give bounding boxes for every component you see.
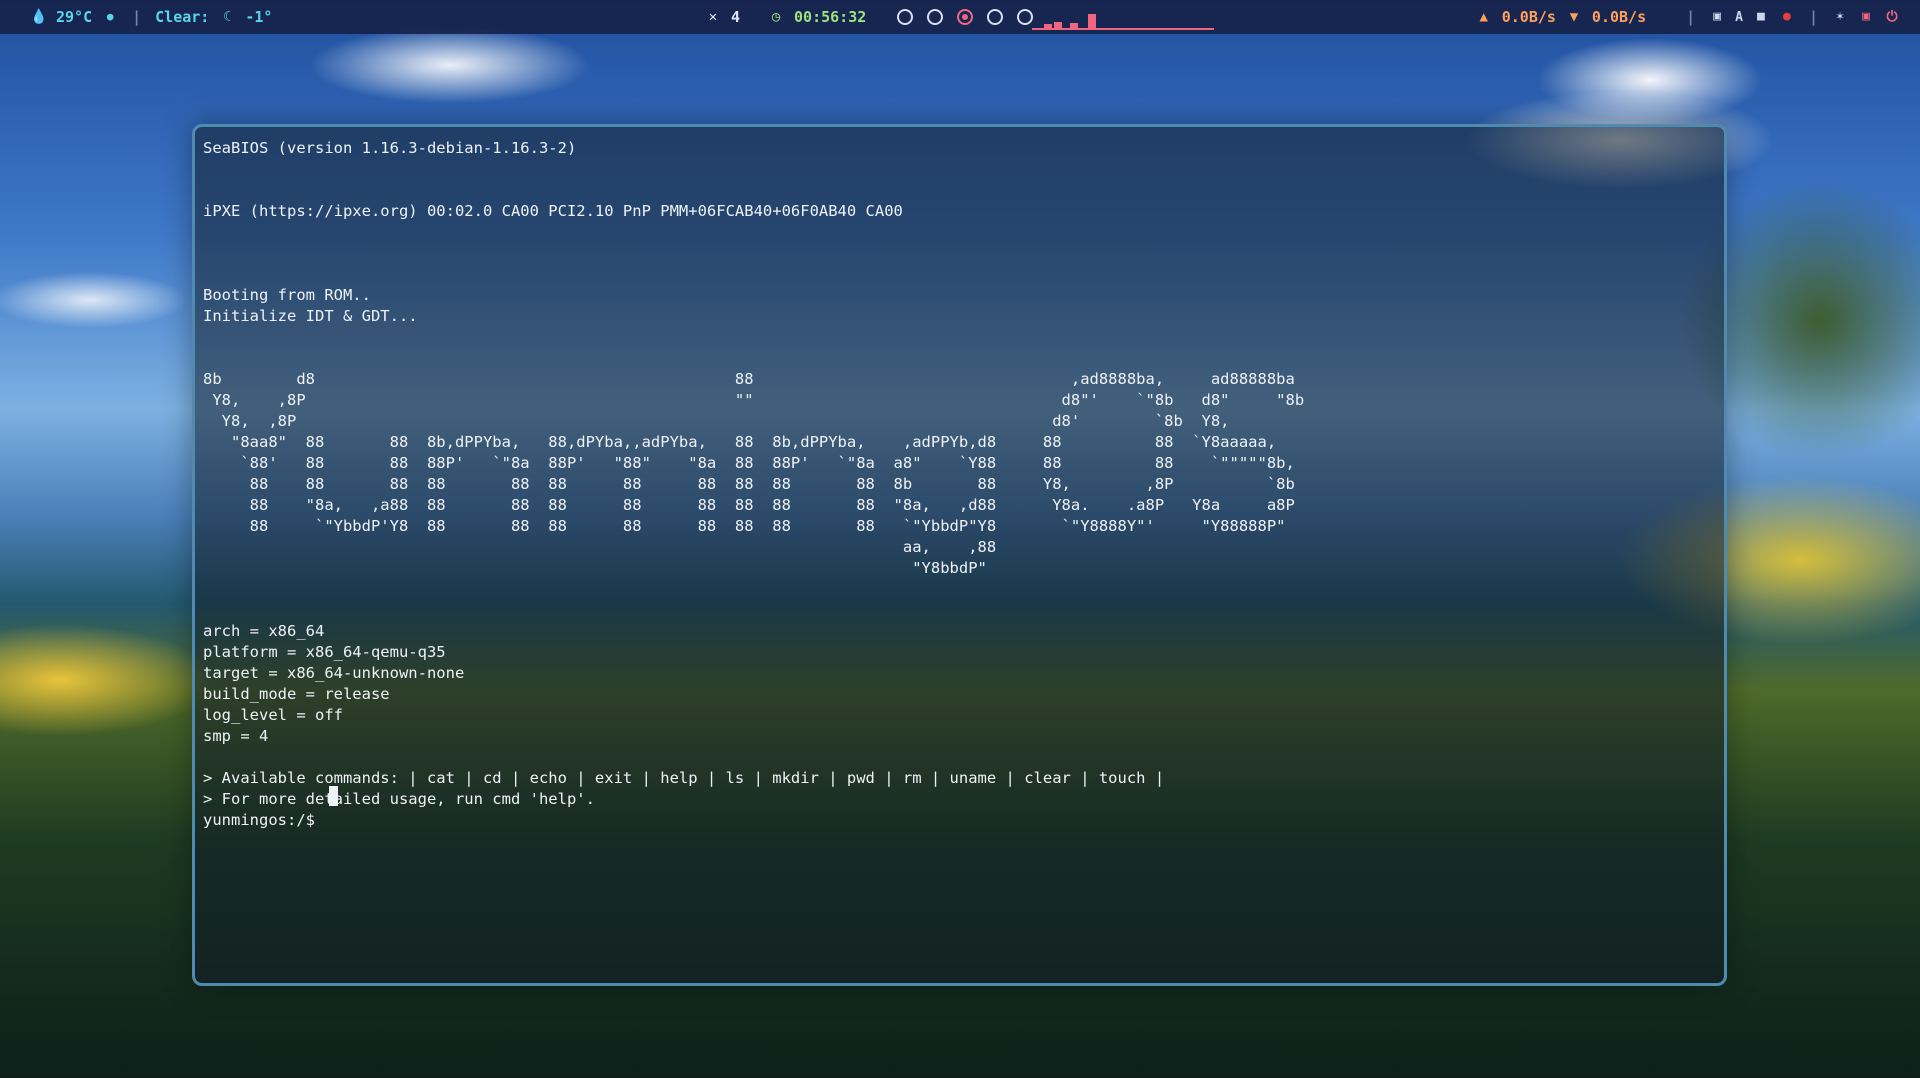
- clock-icon: ◷: [771, 9, 781, 25]
- power-icon[interactable]: ⏻: [1884, 9, 1900, 25]
- temperature-label: 29°C: [56, 8, 93, 26]
- mute-count: 4: [731, 8, 741, 26]
- graph-bar: [1044, 24, 1052, 28]
- workspace-1[interactable]: [897, 9, 914, 25]
- weather-value: -1°: [245, 8, 273, 26]
- separator: |: [132, 8, 142, 26]
- download-rate: 0.0B/s: [1591, 8, 1647, 26]
- separator: |: [1808, 8, 1818, 26]
- timer-label[interactable]: 00:56:32: [794, 8, 866, 26]
- graph-bar: [1070, 23, 1078, 28]
- keyboard-layout[interactable]: A: [1735, 10, 1743, 25]
- upload-rate: 0.0B/s: [1501, 8, 1556, 26]
- arrow-down-icon: ▼: [1569, 9, 1579, 25]
- separator: |: [1686, 8, 1696, 26]
- terminal-output: SeaBIOS (version 1.16.3-debian-1.16.3-2)…: [203, 139, 1305, 829]
- terminal-cursor: [329, 786, 338, 806]
- terminal-window[interactable]: SeaBIOS (version 1.16.3-debian-1.16.3-2)…: [192, 124, 1727, 986]
- notification-icon[interactable]: ●: [1779, 9, 1795, 25]
- graph-bar: [1054, 22, 1062, 28]
- weather-widget[interactable]: 💧 29°C ● | Clear: ☾ -1°: [30, 0, 272, 34]
- activity-graph: [1032, 8, 1214, 30]
- workspace-2[interactable]: [927, 9, 944, 25]
- arrow-up-icon: ▲: [1479, 9, 1488, 25]
- app-tray-icon[interactable]: ■: [1753, 9, 1769, 25]
- workspace-4[interactable]: [987, 9, 1004, 25]
- water-drop-icon: 💧: [30, 9, 48, 25]
- moon-icon: ☾: [223, 9, 232, 25]
- flame-icon: ●: [106, 10, 114, 23]
- center-widgets: ✕ 4 ◷ 00:56:32: [705, 0, 1040, 34]
- bluetooth-icon[interactable]: ✶: [1832, 9, 1848, 25]
- lock-icon[interactable]: ▣: [1858, 9, 1874, 25]
- mute-icon[interactable]: ✕: [705, 9, 721, 25]
- workspace-3-active[interactable]: [957, 9, 974, 25]
- weather-condition-label: Clear:: [155, 8, 210, 26]
- display-icon[interactable]: ▣: [1709, 9, 1725, 25]
- workspace-5[interactable]: [1017, 9, 1034, 25]
- top-status-bar: 💧 29°C ● | Clear: ☾ -1° ✕ 4 ◷ 00:56:32 ▲…: [0, 0, 1920, 34]
- graph-bar: [1088, 14, 1096, 28]
- system-tray: ▲ 0.0B/s ▼ 0.0B/s | ▣ A ■ ● | ✶ ▣ ⏻: [1476, 0, 1900, 34]
- workspace-switcher: [890, 9, 1040, 25]
